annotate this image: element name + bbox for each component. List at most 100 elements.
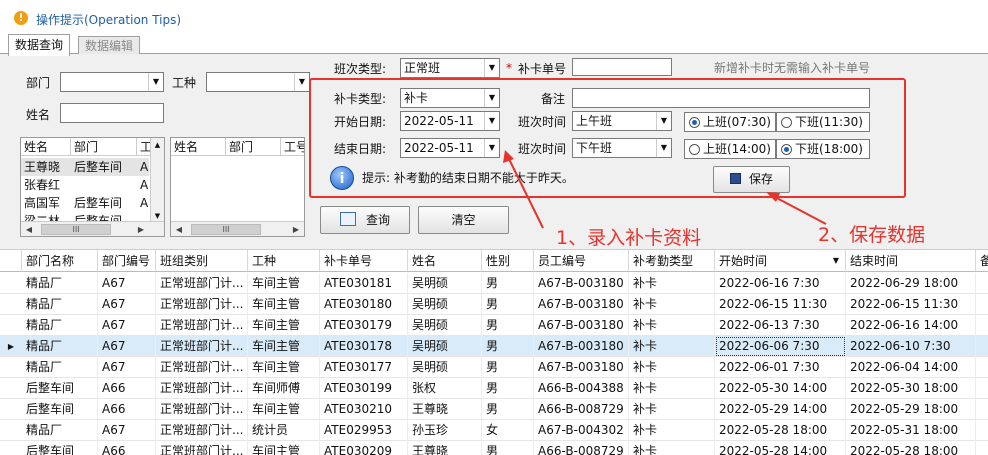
cell-emp-name[interactable]: 张权 [408, 378, 482, 399]
cell-job[interactable]: 车间主管 [248, 357, 320, 378]
cell-end-time[interactable]: 2022-06-29 18:00 [846, 273, 976, 294]
cell-dept-code[interactable]: A67 [98, 357, 156, 378]
cell-emp-no[interactable]: A66-B-004388 [534, 378, 629, 399]
cell-emp-no[interactable]: A67-B-003180 [534, 357, 629, 378]
cell-card-no[interactable]: ATE030179 [320, 315, 408, 336]
cell-job[interactable]: 车间主管 [248, 336, 320, 357]
row-indicator[interactable] [0, 399, 22, 420]
cell-team-type[interactable]: 正常班部门计... [156, 294, 248, 315]
cell-dept-name[interactable]: 精品厂 [22, 315, 98, 336]
row-indicator[interactable] [0, 378, 22, 399]
grid-header[interactable]: 工种 [248, 250, 320, 272]
grid-header[interactable]: 结束时间 [846, 250, 976, 272]
cell-start-time[interactable]: 2022-06-06 7:30 [715, 336, 846, 357]
cell-attend-type[interactable]: 补卡 [629, 273, 715, 294]
cell-end-time[interactable]: 2022-05-31 18:00 [846, 420, 976, 441]
cell-start-time[interactable]: 2022-05-29 14:00 [715, 399, 846, 420]
row-indicator[interactable] [0, 441, 22, 455]
cell-job[interactable]: 车间主管 [248, 399, 320, 420]
table-row[interactable]: ▶ 精品厂 A67 正常班部门计... 车间主管 ATE030178 吴明硕男 A67-B-0… [0, 336, 988, 357]
cell-start-time[interactable]: 2022-06-15 11:30 [715, 294, 846, 315]
cell-dept-code[interactable]: A67 [98, 315, 156, 336]
cell-gender[interactable]: 男 [482, 273, 534, 294]
cell-dept-code[interactable]: A66 [98, 399, 156, 420]
cell-card-no[interactable]: ATE029953 [320, 420, 408, 441]
table-row[interactable]: 精品厂 A67 正常班部门计... 车间主管 ATE030179 吴明硕男 A67-B-00… [0, 315, 988, 336]
cell-start-time[interactable]: 2022-05-30 14:00 [715, 378, 846, 399]
grid-header-sorted[interactable]: 开始时间 ▼ [715, 250, 846, 272]
cell-attend-type[interactable]: 补卡 [629, 399, 715, 420]
grid-header[interactable]: 部门名称 [22, 250, 98, 272]
cell-emp-name[interactable]: 吴明硕 [408, 357, 482, 378]
cell-card-no[interactable]: ATE030181 [320, 273, 408, 294]
cell-emp-name[interactable]: 吴明硕 [408, 294, 482, 315]
cell-team-type[interactable]: 正常班部门计... [156, 420, 248, 441]
cell-emp-name[interactable]: 孙玉珍 [408, 420, 482, 441]
cell-emp-no[interactable]: A67-B-003180 [534, 336, 629, 357]
grid-header[interactable]: 班组类别 [156, 250, 248, 272]
cell-start-time[interactable]: 2022-06-16 7:30 [715, 273, 846, 294]
cell-emp-no[interactable]: A66-B-008729 [534, 441, 629, 455]
cell-dept-name[interactable]: 精品厂 [22, 294, 98, 315]
cell-dept-code[interactable]: A66 [98, 378, 156, 399]
table-row[interactable]: 精品厂 A67 正常班部门计... 车间主管 ATE030177 吴明硕男 A67-B-00… [0, 357, 988, 378]
cell-emp-name[interactable]: 王尊晓 [408, 399, 482, 420]
cell-end-time[interactable]: 2022-05-28 18:00 [846, 441, 976, 455]
cell-gender[interactable]: 男 [482, 315, 534, 336]
cell-job[interactable]: 车间主管 [248, 294, 320, 315]
cell-dept-name[interactable]: 后整车间 [22, 399, 98, 420]
cell-card-no[interactable]: ATE030209 [320, 441, 408, 455]
row-indicator[interactable] [0, 420, 22, 441]
cell-team-type[interactable]: 正常班部门计... [156, 378, 248, 399]
grid-header[interactable]: 补考勤类型 [629, 250, 715, 272]
table-row[interactable]: 精品厂 A67 正常班部门计... 车间主管 ATE030180 吴明硕男 A67-B-00… [0, 294, 988, 315]
grid-header[interactable]: 备 [976, 250, 988, 272]
grid-header[interactable]: 性别 [482, 250, 534, 272]
cell-gender[interactable]: 男 [482, 378, 534, 399]
cell-dept-code[interactable]: A67 [98, 294, 156, 315]
cell-gender[interactable]: 男 [482, 399, 534, 420]
records-grid[interactable]: 部门名称 部门编号 班组类别 工种 补卡单号 姓名 性别 员工编号 补考勤类型 … [0, 250, 988, 455]
cell-team-type[interactable]: 正常班部门计... [156, 357, 248, 378]
cell-card-no[interactable]: ATE030177 [320, 357, 408, 378]
row-indicator[interactable] [0, 273, 22, 294]
cell-gender[interactable]: 男 [482, 294, 534, 315]
cell-gender[interactable]: 女 [482, 420, 534, 441]
cell-attend-type[interactable]: 补卡 [629, 357, 715, 378]
cell-dept-name[interactable]: 精品厂 [22, 357, 98, 378]
cell-attend-type[interactable]: 补卡 [629, 420, 715, 441]
cell-start-time[interactable]: 2022-06-01 7:30 [715, 357, 846, 378]
table-row[interactable]: 后整车间 A66 正常班部门计... 车间师傅 ATE030199 张权男 A66-B-00… [0, 378, 988, 399]
row-indicator[interactable] [0, 294, 22, 315]
cell-job[interactable]: 车间主管 [248, 315, 320, 336]
cell-dept-name[interactable]: 精品厂 [22, 336, 98, 357]
cell-gender[interactable]: 男 [482, 357, 534, 378]
cell-dept-name[interactable]: 精品厂 [22, 420, 98, 441]
cell-end-time[interactable]: 2022-06-04 14:00 [846, 357, 976, 378]
tab-data-query[interactable]: 数据查询 [8, 34, 71, 56]
cell-end-time[interactable]: 2022-05-29 18:00 [846, 399, 976, 420]
cell-team-type[interactable]: 正常班部门计... [156, 336, 248, 357]
cell-attend-type[interactable]: 补卡 [629, 294, 715, 315]
cell-end-time[interactable]: 2022-06-10 7:30 [846, 336, 976, 357]
cell-emp-name[interactable]: 王尊晓 [408, 441, 482, 455]
cell-dept-name[interactable]: 后整车间 [22, 378, 98, 399]
table-row[interactable]: 精品厂 A67 正常班部门计... 车间主管 ATE030181 吴明硕男 A67-B-00… [0, 273, 988, 294]
cell-card-no[interactable]: ATE030178 [320, 336, 408, 357]
table-row[interactable]: 后整车间 A66 正常班部门计... 车间主管 ATE030210 王尊晓男 A66-B-0… [0, 399, 988, 420]
cell-card-no[interactable]: ATE030199 [320, 378, 408, 399]
cell-emp-name[interactable]: 吴明硕 [408, 336, 482, 357]
cell-end-time[interactable]: 2022-06-16 14:00 [846, 315, 976, 336]
cell-emp-name[interactable]: 吴明硕 [408, 315, 482, 336]
cell-job[interactable]: 车间师傅 [248, 378, 320, 399]
cell-attend-type[interactable]: 补卡 [629, 336, 715, 357]
cell-emp-no[interactable]: A67-B-004302 [534, 420, 629, 441]
cell-emp-no[interactable]: A67-B-003180 [534, 273, 629, 294]
cell-team-type[interactable]: 正常班部门计... [156, 315, 248, 336]
cell-card-no[interactable]: ATE030180 [320, 294, 408, 315]
cell-card-no[interactable]: ATE030210 [320, 399, 408, 420]
cell-attend-type[interactable]: 补卡 [629, 315, 715, 336]
grid-header[interactable]: 姓名 [408, 250, 482, 272]
cell-dept-code[interactable]: A67 [98, 273, 156, 294]
cell-team-type[interactable]: 正常班部门计... [156, 441, 248, 455]
